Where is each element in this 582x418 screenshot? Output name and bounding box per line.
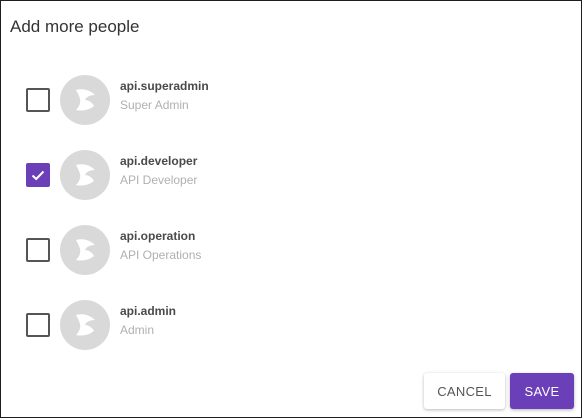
list-item[interactable]: api.operation API Operations (1, 221, 581, 281)
person-name: api.admin (120, 304, 177, 318)
check-icon (31, 170, 45, 181)
avatar (60, 75, 110, 125)
user-avatar-icon (76, 239, 95, 261)
dialog-title: Add more people (10, 17, 140, 36)
person-checkbox[interactable] (26, 88, 50, 112)
person-checkbox[interactable] (26, 238, 50, 262)
person-role: Admin (120, 323, 155, 337)
person-checkbox[interactable] (26, 313, 50, 337)
list-item[interactable]: api.developer API Developer (1, 146, 581, 206)
user-avatar-icon (76, 314, 95, 336)
person-role: API Operations (120, 248, 202, 262)
save-button[interactable]: SAVE (510, 373, 574, 409)
avatar (60, 225, 110, 275)
list-item[interactable]: api.admin Admin (1, 296, 581, 356)
user-avatar-icon (76, 164, 95, 186)
person-checkbox[interactable] (26, 163, 50, 187)
person-name: api.developer (120, 154, 198, 168)
person-role: Super Admin (120, 98, 189, 112)
avatar (60, 150, 110, 200)
person-name: api.operation (120, 229, 196, 243)
person-name: api.superadmin (120, 79, 209, 93)
person-role: API Developer (120, 173, 198, 187)
avatar (60, 300, 110, 350)
list-item[interactable]: api.superadmin Super Admin (1, 71, 581, 131)
user-avatar-icon (76, 89, 95, 111)
cancel-button[interactable]: CANCEL (424, 373, 505, 409)
add-people-dialog: Add more people api.superadmin Super Adm… (0, 0, 582, 418)
